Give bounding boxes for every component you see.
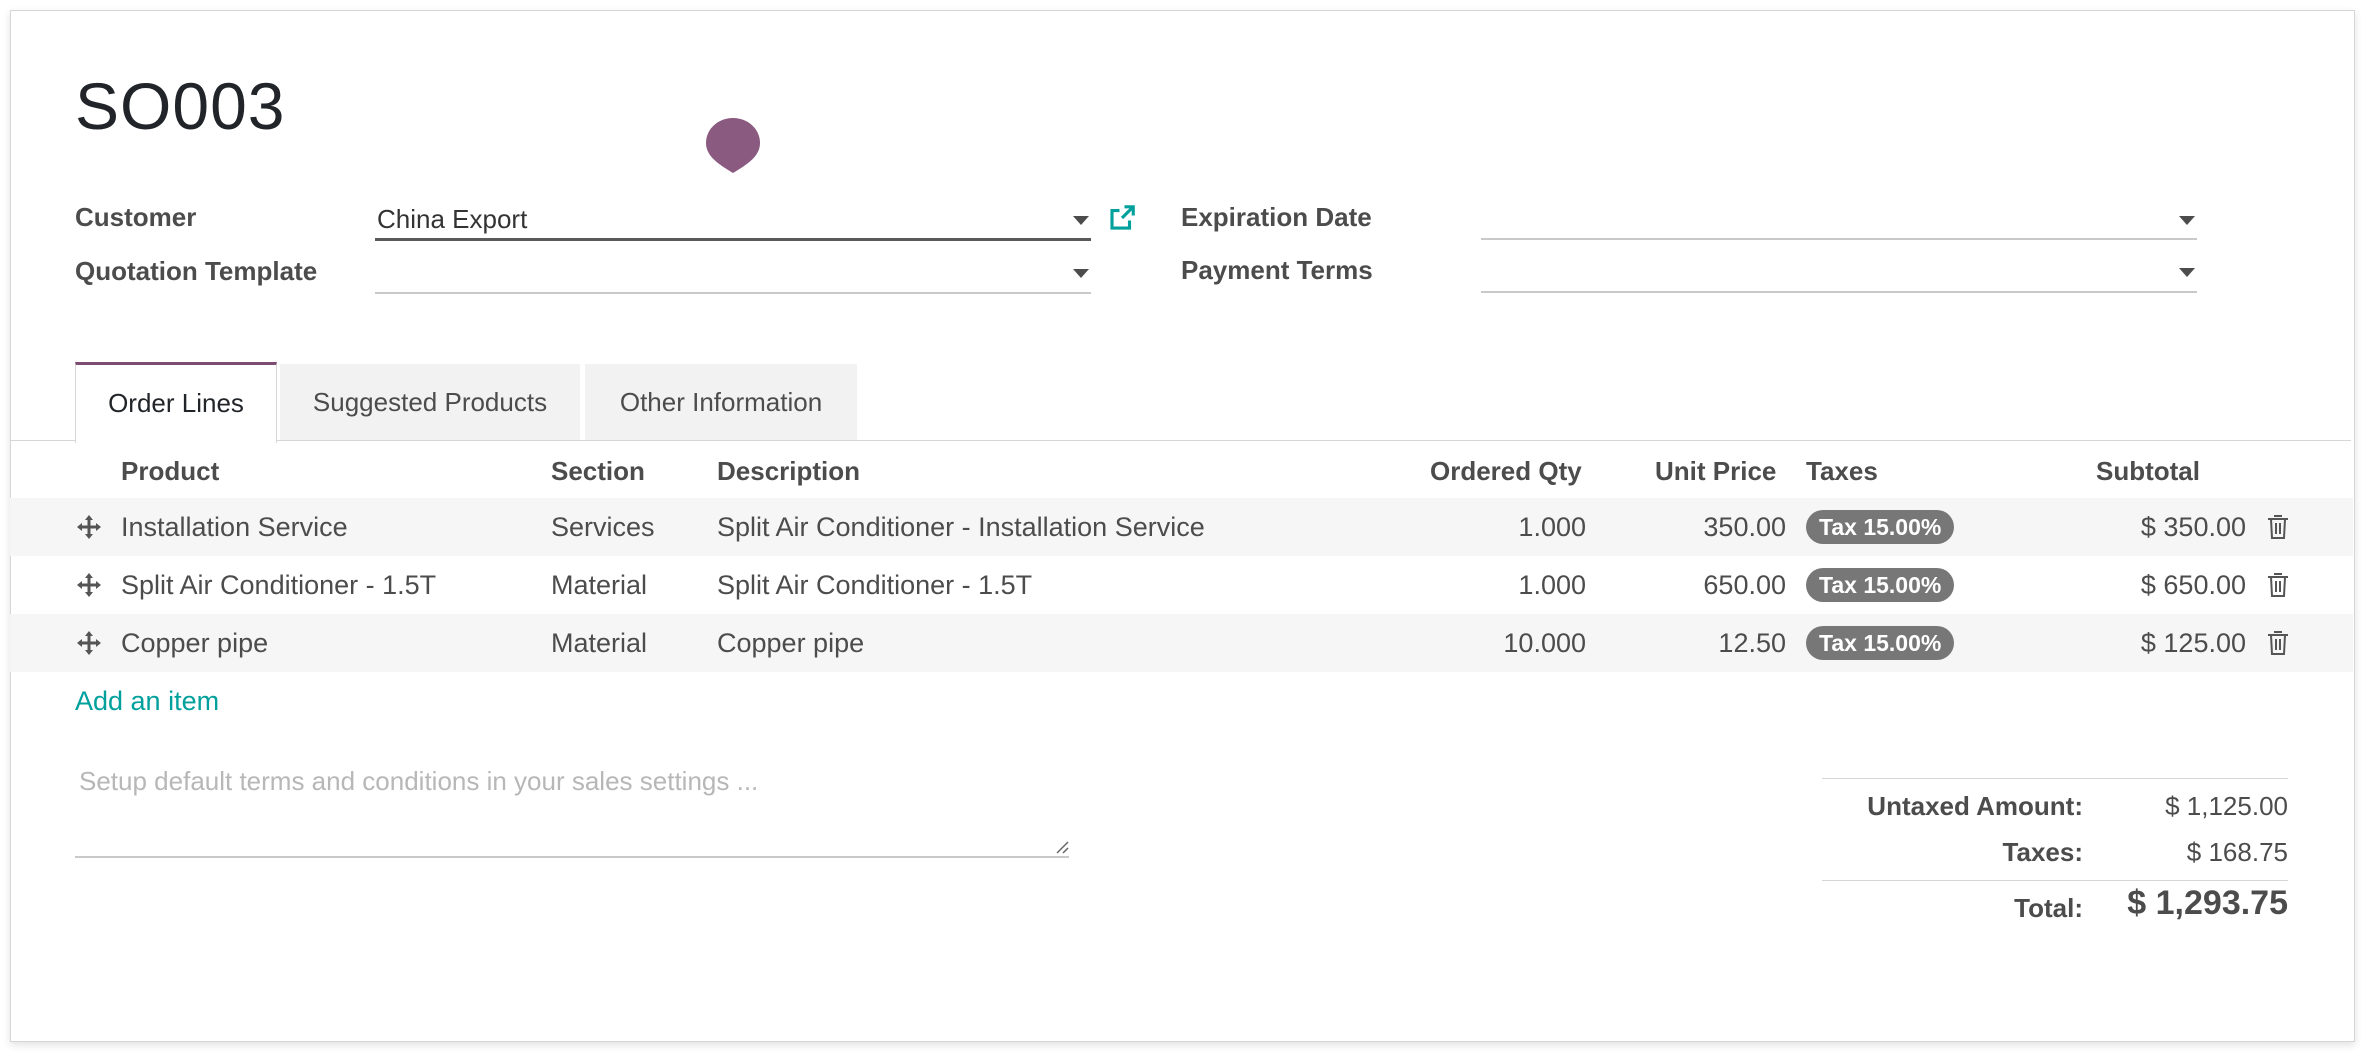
terms-textarea[interactable]: Setup default terms and conditions in yo… [75,760,1069,858]
drag-handle-icon[interactable] [76,630,102,656]
trash-icon[interactable] [2266,514,2290,540]
ordered-qty-cell[interactable]: 1.000 [1410,498,1586,556]
subtotal-cell: $ 650.00 [2140,570,2246,600]
product-cell[interactable]: Installation Service [121,498,348,556]
ordered-qty-cell[interactable]: 10.000 [1410,614,1586,672]
section-cell[interactable]: Material [551,614,647,672]
tab-suggested-products[interactable]: Suggested Products [280,364,580,440]
expiration-date-input[interactable] [1483,204,2173,236]
product-cell[interactable]: Split Air Conditioner - 1.5T [121,556,436,614]
quotation-template-label: Quotation Template [75,256,318,286]
quotation-template-input[interactable] [377,258,1067,290]
quotation-template-underline [375,292,1091,294]
totals-top-divider [1822,778,2288,779]
column-header-unit-price[interactable]: Unit Price [1655,456,1776,487]
external-link-icon[interactable] [1107,203,1137,233]
taxes-label: Taxes: [2002,837,2083,867]
unit-price-cell[interactable]: 12.50 [1610,614,1786,672]
total-value: $ 1,293.75 [2127,884,2288,922]
customer-label: Customer [75,202,197,232]
column-header-section[interactable]: Section [551,456,645,487]
subtotal-cell: $ 350.00 [2140,512,2246,542]
record-title: SO003 [75,69,286,143]
dropdown-caret-icon[interactable] [2179,216,2195,225]
tabs-divider [10,440,2351,441]
customer-underline [375,238,1091,241]
map-pin-icon [706,118,760,173]
tax-badge: Tax 15.00% [1806,626,1955,660]
totals-divider [1822,880,2288,881]
tab-other-information[interactable]: Other Information [585,364,857,440]
untaxed-amount-value: $ 1,125.00 [2165,791,2288,821]
description-cell[interactable]: Split Air Conditioner - Installation Ser… [717,498,1205,556]
column-header-taxes[interactable]: Taxes [1806,456,1878,487]
column-header-description[interactable]: Description [717,456,860,487]
tab-order-lines[interactable]: Order Lines [75,362,277,443]
trash-icon[interactable] [2266,572,2290,598]
table-row[interactable]: Copper pipe Material Copper pipe 10.000 … [10,614,2353,672]
dropdown-caret-icon[interactable] [1073,269,1089,278]
resize-handle-icon[interactable] [1053,838,1069,854]
table-row[interactable]: Installation Service Services Split Air … [10,498,2353,556]
add-item-link[interactable]: Add an item [75,686,219,717]
payment-terms-underline [1481,291,2197,293]
expiration-date-label: Expiration Date [1181,202,1372,232]
table-row[interactable]: Split Air Conditioner - 1.5T Material Sp… [10,556,2353,614]
section-cell[interactable]: Services [551,498,655,556]
untaxed-amount-label: Untaxed Amount: [1867,791,2083,821]
unit-price-cell[interactable]: 350.00 [1610,498,1786,556]
drag-handle-icon[interactable] [76,572,102,598]
description-cell[interactable]: Split Air Conditioner - 1.5T [717,556,1032,614]
trash-icon[interactable] [2266,630,2290,656]
terms-placeholder: Setup default terms and conditions in yo… [79,766,759,796]
subtotal-cell: $ 125.00 [2140,628,2246,658]
column-header-subtotal[interactable]: Subtotal [2096,456,2200,487]
tax-badge: Tax 15.00% [1806,568,1955,602]
dropdown-caret-icon[interactable] [2179,268,2195,277]
column-header-ordered-qty[interactable]: Ordered Qty [1430,456,1582,487]
ordered-qty-cell[interactable]: 1.000 [1410,556,1586,614]
description-cell[interactable]: Copper pipe [717,614,864,672]
customer-input[interactable]: China Export [377,204,1067,236]
column-header-product[interactable]: Product [121,456,219,487]
tax-badge: Tax 15.00% [1806,510,1955,544]
payment-terms-input[interactable] [1483,258,2173,290]
dropdown-caret-icon[interactable] [1073,216,1089,225]
unit-price-cell[interactable]: 650.00 [1610,556,1786,614]
product-cell[interactable]: Copper pipe [121,614,268,672]
payment-terms-label: Payment Terms [1181,255,1373,285]
drag-handle-icon[interactable] [76,514,102,540]
taxes-value: $ 168.75 [2186,837,2288,867]
section-cell[interactable]: Material [551,556,647,614]
expiration-date-underline [1481,238,2197,240]
